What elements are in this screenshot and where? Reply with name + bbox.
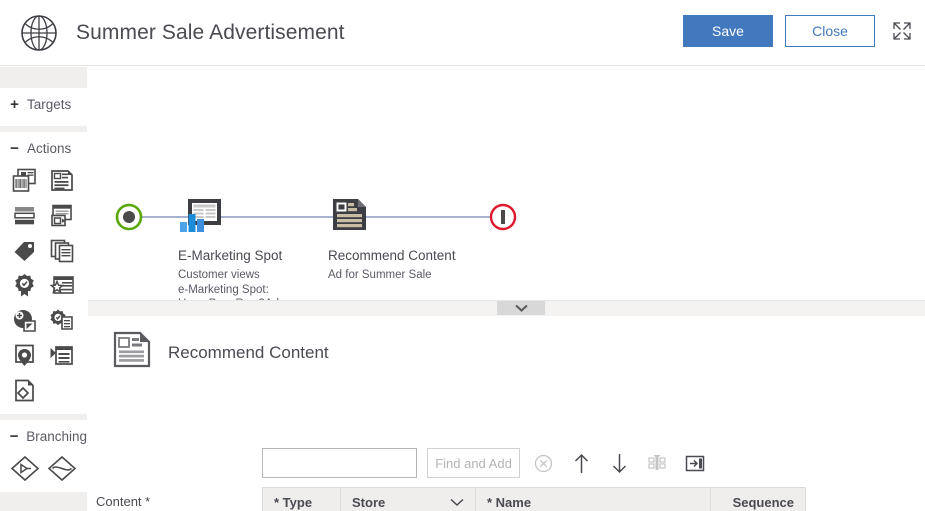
insert-banner-icon[interactable] <box>44 341 82 369</box>
issue-coupon-icon[interactable] <box>6 236 44 264</box>
column-header-name[interactable]: * Name <box>475 487 711 511</box>
save-button[interactable]: Save <box>683 15 773 47</box>
personalized-offer-icon[interactable] <box>44 306 82 334</box>
panel-splitter[interactable] <box>88 300 925 316</box>
detail-panel: Recommend Content Content * Find and Add <box>88 317 925 511</box>
palette-sidebar: + Targets − Actions − Branching <box>0 67 87 511</box>
column-header-store[interactable]: Store <box>340 487 476 511</box>
palette-group-actions-label: Actions <box>27 140 72 156</box>
copy-content-icon[interactable] <box>44 236 82 264</box>
header-actions: Save Close <box>683 15 913 47</box>
collapse-minus-icon: − <box>10 139 19 157</box>
expand-fullscreen-icon[interactable] <box>891 20 913 42</box>
display-category-icon[interactable] <box>6 201 44 229</box>
palette-group-branching-header[interactable]: − Branching <box>0 420 87 452</box>
detail-panel-title: Recommend Content <box>168 342 329 362</box>
content-table: * Type Store * Name Sequence <box>262 487 806 511</box>
content-table-container: Find and Add * Type Store * Name Sequenc… <box>262 448 893 511</box>
flow-node-description: Customer views e-Marketing Spot: HomePag… <box>178 269 285 300</box>
remove-circle-icon[interactable] <box>528 448 558 478</box>
custom-code-icon[interactable] <box>6 376 44 404</box>
decision-branch-icon[interactable] <box>6 454 44 482</box>
page-title: Summer Sale Advertisement <box>76 20 345 44</box>
display-catalog-entry-icon[interactable] <box>6 166 44 194</box>
column-header-type[interactable]: * Type <box>262 487 341 511</box>
detail-panel-header: Recommend Content <box>88 317 925 374</box>
splitter-collapse-handle[interactable] <box>497 301 545 315</box>
stop-marker[interactable] <box>488 202 518 237</box>
palette-group-targets: + Targets <box>0 88 87 126</box>
flow-node-e-marketing-spot[interactable]: E-Marketing Spot Customer views e-Market… <box>178 197 298 300</box>
move-up-arrow-icon[interactable] <box>566 448 596 478</box>
chevron-down-icon[interactable] <box>450 495 464 510</box>
add-segment-icon[interactable] <box>6 306 44 334</box>
branching-icon-grid <box>0 452 87 486</box>
palette-group-targets-label: Targets <box>27 96 72 112</box>
search-input[interactable] <box>262 448 417 478</box>
collapse-minus-icon: − <box>9 427 19 445</box>
content-table-toolbar: Find and Add <box>262 448 893 478</box>
e-marketing-spot-icon <box>178 199 224 241</box>
table-header-row: * Type Store * Name Sequence <box>262 487 806 511</box>
flow-node-title: E-Marketing Spot <box>178 248 283 263</box>
split-path-icon[interactable] <box>44 454 82 482</box>
palette-group-branching-label: Branching <box>26 428 87 444</box>
move-down-arrow-icon[interactable] <box>604 448 634 478</box>
palette-group-actions-header[interactable]: − Actions <box>0 132 87 164</box>
recommend-content-icon <box>328 199 374 241</box>
flow-node-title: Recommend Content <box>328 248 456 263</box>
close-button[interactable]: Close <box>785 15 875 47</box>
display-content-icon[interactable] <box>44 166 82 194</box>
display-marketing-content-icon[interactable] <box>44 201 82 229</box>
palette-group-branching: − Branching <box>0 420 87 492</box>
globe-icon <box>18 12 60 54</box>
find-and-add-button[interactable]: Find and Add <box>427 448 520 478</box>
palette-group-targets-header[interactable]: + Targets <box>0 88 87 120</box>
chevron-down-icon <box>514 299 528 317</box>
flow-canvas[interactable]: E-Marketing Spot Customer views e-Market… <box>88 67 925 300</box>
flow-node-description: Ad for Summer Sale <box>328 269 432 281</box>
content-field-label: Content * <box>96 494 151 509</box>
award-icon[interactable] <box>6 271 44 299</box>
start-marker[interactable] <box>114 202 144 237</box>
open-details-icon[interactable] <box>680 448 710 478</box>
featured-content-icon[interactable] <box>44 271 82 299</box>
recommend-content-icon <box>112 331 154 374</box>
palette-group-actions: − Actions <box>0 132 87 414</box>
flow-node-recommend-content[interactable]: Recommend Content Ad for Summer Sale <box>328 197 468 283</box>
column-header-store-label: Store <box>352 495 386 510</box>
page-header: Summer Sale Advertisement Save Close <box>0 0 925 66</box>
expand-plus-icon: + <box>10 95 19 113</box>
column-header-sequence[interactable]: Sequence <box>710 487 806 511</box>
application-window: Summer Sale Advertisement Save Close + T… <box>0 0 925 511</box>
actions-icon-grid <box>0 164 87 408</box>
geo-location-icon[interactable] <box>6 341 44 369</box>
insert-row-icon[interactable] <box>642 448 672 478</box>
